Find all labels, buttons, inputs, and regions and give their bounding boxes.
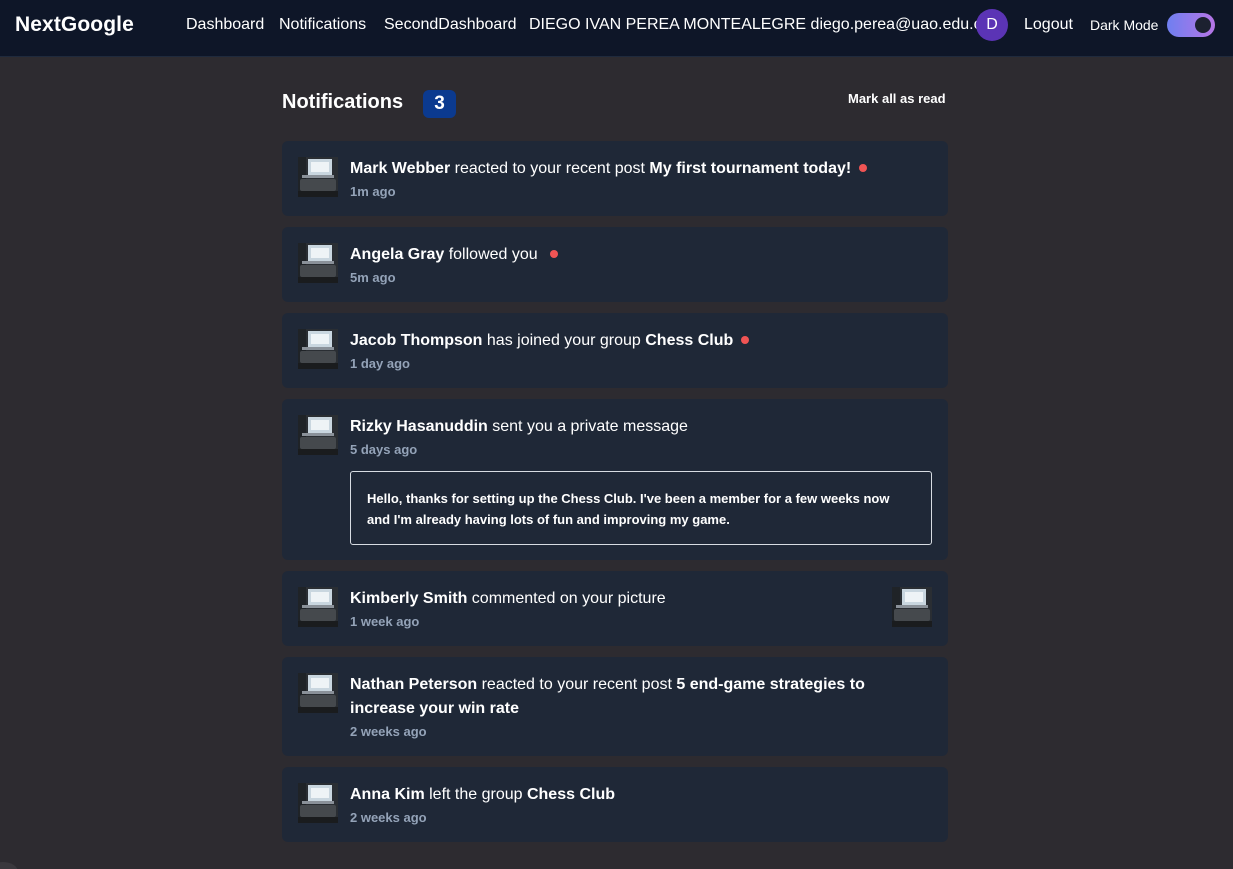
user-avatar[interactable] — [298, 673, 338, 713]
notification-user-name[interactable]: Anna Kim — [350, 786, 425, 803]
notification-text: Nathan Peterson reacted to your recent p… — [350, 673, 932, 721]
notification-time: 1 day ago — [350, 356, 410, 371]
notification-target[interactable]: Chess Club — [527, 786, 615, 803]
notification-time: 1 week ago — [350, 614, 420, 629]
notification-user-name[interactable]: Kimberly Smith — [350, 590, 467, 607]
brand-logo[interactable]: NextGoogle — [15, 13, 134, 37]
notification-text: Mark Webber reacted to your recent post … — [350, 157, 932, 181]
logout-button[interactable]: Logout — [1024, 16, 1073, 34]
notification-target[interactable]: My first tournament today! — [649, 160, 851, 177]
notification-card[interactable]: Nathan Peterson reacted to your recent p… — [282, 657, 948, 756]
user-avatar[interactable] — [298, 587, 338, 627]
corner-decoration — [0, 862, 18, 869]
user-avatar[interactable] — [298, 157, 338, 197]
notification-time: 5m ago — [350, 270, 396, 285]
notification-time: 1m ago — [350, 184, 396, 199]
unread-count-badge: 3 — [423, 90, 456, 118]
notification-action: left the group — [424, 786, 527, 803]
nav-link-notifications[interactable]: Notifications — [279, 16, 366, 34]
notification-action: reacted to your recent post — [477, 676, 677, 693]
notification-card[interactable]: Kimberly Smith commented on your picture… — [282, 571, 948, 646]
user-avatar[interactable] — [298, 243, 338, 283]
notification-action: has joined your group — [482, 332, 646, 349]
notification-card[interactable]: Rizky Hasanuddin sent you a private mess… — [282, 399, 948, 560]
dark-mode-toggle[interactable] — [1167, 13, 1215, 37]
notification-text: Anna Kim left the group Chess Club — [350, 783, 932, 807]
toggle-knob — [1195, 17, 1211, 33]
unread-dot-icon — [741, 336, 750, 344]
nav-link-dashboard[interactable]: Dashboard — [186, 16, 264, 34]
notification-user-name[interactable]: Mark Webber — [350, 160, 450, 177]
notification-time: 5 days ago — [350, 442, 418, 457]
notification-user-name[interactable]: Rizky Hasanuddin — [350, 418, 488, 435]
notification-target[interactable]: Chess Club — [645, 332, 733, 349]
notification-card[interactable]: Jacob Thompson has joined your group Che… — [282, 313, 948, 388]
user-avatar[interactable] — [298, 415, 338, 455]
page-title: Notifications — [282, 91, 404, 113]
dark-mode-label: Dark Mode — [1090, 17, 1159, 33]
user-name-email: DIEGO IVAN PEREA MONTEALEGRE diego.perea… — [529, 16, 991, 33]
notification-text: Angela Gray followed you — [350, 243, 932, 267]
notification-text: Rizky Hasanuddin sent you a private mess… — [350, 415, 932, 439]
mark-all-read-button[interactable]: Mark all as read — [848, 91, 946, 106]
notification-text: Jacob Thompson has joined your group Che… — [350, 329, 932, 353]
notification-action: commented on your picture — [467, 590, 666, 607]
notification-action: sent you a private message — [487, 418, 688, 435]
unread-dot-icon — [859, 164, 868, 172]
notification-time: 2 weeks ago — [350, 810, 427, 825]
notification-card[interactable]: Mark Webber reacted to your recent post … — [282, 141, 948, 216]
notification-user-name[interactable]: Angela Gray — [350, 246, 444, 263]
notification-text: Kimberly Smith commented on your picture — [350, 587, 932, 611]
unread-dot-icon — [550, 250, 559, 258]
avatar[interactable]: D — [976, 9, 1008, 41]
notification-action: followed you — [444, 246, 543, 263]
top-navbar: NextGoogle Dashboard Notifications Secon… — [0, 0, 1233, 57]
notification-card[interactable]: Anna Kim left the group Chess Club 2 week… — [282, 767, 948, 842]
user-avatar[interactable] — [298, 783, 338, 823]
notification-action: reacted to your recent post — [450, 160, 650, 177]
nav-link-second-dashboard[interactable]: SecondDashboard — [384, 16, 517, 34]
private-message-box[interactable]: Hello, thanks for setting up the Chess C… — [350, 471, 932, 545]
notification-time: 2 weeks ago — [350, 724, 427, 739]
user-avatar[interactable] — [298, 329, 338, 369]
notification-user-name[interactable]: Jacob Thompson — [350, 332, 482, 349]
notification-user-name[interactable]: Nathan Peterson — [350, 676, 477, 693]
notification-card[interactable]: Angela Gray followed you 5m ago — [282, 227, 948, 302]
commented-picture-thumbnail[interactable] — [892, 587, 932, 627]
